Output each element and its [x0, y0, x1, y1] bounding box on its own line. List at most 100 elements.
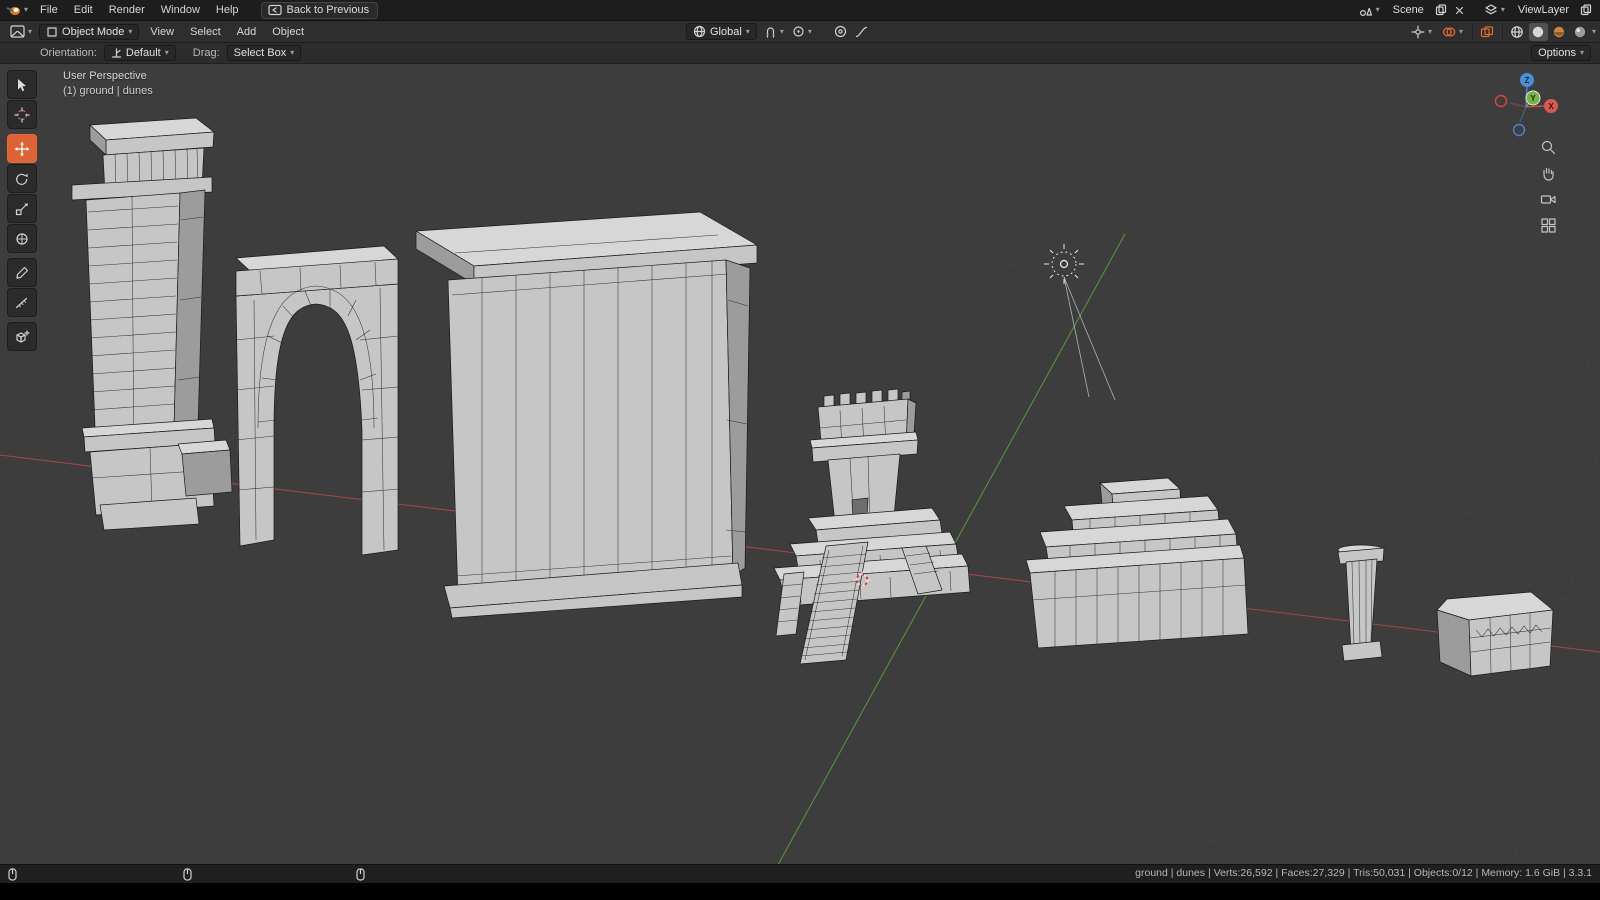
tool-transform[interactable]: [7, 224, 37, 253]
menu-file[interactable]: File: [32, 0, 66, 20]
proportional-editing-toggle[interactable]: [830, 24, 851, 39]
snap-toggle[interactable]: ▾: [760, 24, 788, 39]
shading-material-icon: [1552, 25, 1566, 39]
viewlayer-name[interactable]: ViewLayer: [1512, 4, 1575, 16]
gizmo-icon: [1411, 25, 1425, 39]
menu-select[interactable]: Select: [182, 26, 229, 38]
transform-orientation-dropdown[interactable]: Global ▾: [686, 23, 757, 40]
blender-menu-button[interactable]: ▾: [0, 3, 32, 17]
back-screen-icon: [268, 4, 282, 16]
topbar-right: ▾ Scene ▾ ViewLayer: [1355, 2, 1600, 18]
duplicate-icon: [1435, 4, 1447, 16]
editor-type-button[interactable]: ▾: [6, 24, 36, 39]
proportional-falloff-dropdown[interactable]: [851, 24, 872, 39]
viewlayer-browse-button[interactable]: ▾: [1480, 2, 1509, 18]
model-crate[interactable]: [1437, 592, 1553, 676]
scene-browse-button[interactable]: ▾: [1355, 3, 1384, 18]
tool-move[interactable]: [7, 134, 37, 163]
xray-icon: [1480, 25, 1494, 39]
gizmo-x-label: X: [1548, 102, 1554, 111]
zoom-icon[interactable]: [1540, 139, 1557, 156]
model-arch[interactable]: [236, 246, 400, 555]
show-gizmo-toggle[interactable]: ▾: [1407, 24, 1436, 40]
model-monolith[interactable]: [416, 212, 757, 618]
navigation-gizmo[interactable]: Z X Y: [1490, 70, 1562, 145]
tool-scale[interactable]: [7, 194, 37, 223]
model-column[interactable]: [1338, 545, 1384, 661]
drag-dropdown[interactable]: Select Box ▾: [227, 45, 302, 61]
magnet-icon: [764, 25, 777, 38]
menu-view[interactable]: View: [142, 26, 182, 38]
gizmo-axis-neg-x[interactable]: [1496, 96, 1507, 107]
mouse-hint-icon: [356, 868, 365, 884]
menu-window[interactable]: Window: [153, 0, 208, 20]
tool-cursor[interactable]: [7, 100, 37, 129]
scene-name[interactable]: Scene: [1387, 4, 1430, 16]
snap-target-dropdown[interactable]: ▾: [788, 24, 816, 39]
menu-render[interactable]: Render: [101, 0, 153, 20]
shading-options-dropdown[interactable]: ▾: [1592, 28, 1596, 36]
mouse-hint-icon: [183, 868, 192, 884]
model-stepped-platform[interactable]: [1026, 478, 1248, 648]
ortho-grid-icon[interactable]: [1540, 217, 1557, 234]
tool-annotate[interactable]: [7, 258, 37, 287]
shading-rendered-icon: [1573, 25, 1587, 39]
separator: [1502, 25, 1503, 39]
statusbar: ground | dunes | Verts:26,592 | Faces:27…: [0, 864, 1600, 883]
scene-stats: ground | dunes | Verts:26,592 | Faces:27…: [1135, 867, 1592, 879]
back-to-previous-button[interactable]: Back to Previous: [261, 2, 379, 19]
menu-add[interactable]: Add: [229, 26, 265, 38]
sun-lamp[interactable]: [1044, 244, 1115, 400]
object-mode-icon: [46, 26, 58, 38]
model-tower[interactable]: [72, 118, 232, 530]
tool-rotate[interactable]: [7, 164, 37, 193]
tool-measure[interactable]: [7, 288, 37, 317]
show-overlays-toggle[interactable]: ▾: [1438, 24, 1467, 40]
model-temple-stairs[interactable]: [774, 389, 970, 664]
cursor-tool-icon: [14, 107, 30, 123]
shading-rendered-button[interactable]: [1571, 23, 1590, 41]
menu-object[interactable]: Object: [264, 26, 312, 38]
shading-material-button[interactable]: [1550, 23, 1569, 41]
falloff-curve-icon: [855, 25, 868, 38]
scene-icon: [1359, 4, 1373, 17]
transform-tool-icon: [14, 231, 30, 247]
chevron-down-icon: ▾: [1501, 6, 1505, 14]
mode-dropdown[interactable]: Object Mode ▾: [39, 24, 139, 40]
chevron-down-icon: ▾: [1428, 28, 1432, 36]
blender-logo-icon: [6, 3, 22, 17]
chevron-down-icon: ▾: [1376, 6, 1380, 14]
orientation-dropdown[interactable]: Default ▾: [104, 45, 176, 61]
unlink-scene-button[interactable]: [1452, 4, 1467, 17]
chevron-down-icon: ▾: [165, 49, 169, 57]
topbar: ▾ File Edit Render Window Help Back to P…: [0, 0, 1600, 21]
tool-add-cube[interactable]: [7, 322, 37, 351]
new-viewlayer-button[interactable]: [1578, 3, 1594, 17]
tool-settings-bar: Orientation: Default ▾ Drag: Select Box …: [0, 43, 1600, 64]
viewport[interactable]: [0, 64, 1600, 883]
gizmo-z-label: Z: [1525, 76, 1530, 85]
shading-solid-button[interactable]: [1529, 23, 1548, 41]
new-scene-button[interactable]: [1433, 3, 1449, 17]
tool-select-box[interactable]: [7, 70, 37, 99]
blender-window: ▾ File Edit Render Window Help Back to P…: [0, 0, 1600, 900]
options-dropdown[interactable]: Options ▾: [1531, 45, 1591, 61]
measure-ruler-icon: [14, 295, 30, 311]
proportional-editing-icon: [834, 25, 847, 38]
viewport-info: User Perspective (1) ground | dunes: [63, 69, 153, 99]
header-center-controls: Global ▾ ▾ ▾: [683, 21, 872, 42]
pan-hand-icon[interactable]: [1540, 165, 1557, 182]
gizmo-axis-neg-z[interactable]: [1514, 125, 1525, 136]
menu-help[interactable]: Help: [208, 0, 247, 20]
drag-label: Drag:: [193, 47, 220, 59]
shading-wireframe-button[interactable]: [1508, 23, 1527, 41]
rotate-tool-icon: [14, 171, 30, 187]
camera-icon[interactable]: [1540, 191, 1557, 208]
close-icon: [1454, 5, 1465, 16]
toggle-xray-button[interactable]: [1478, 23, 1497, 41]
bottom-strip: [0, 883, 1600, 900]
menu-edit[interactable]: Edit: [66, 0, 101, 20]
overlays-icon: [1442, 25, 1456, 39]
chevron-down-icon: ▾: [1459, 28, 1463, 36]
view-perspective-label: User Perspective: [63, 69, 153, 84]
